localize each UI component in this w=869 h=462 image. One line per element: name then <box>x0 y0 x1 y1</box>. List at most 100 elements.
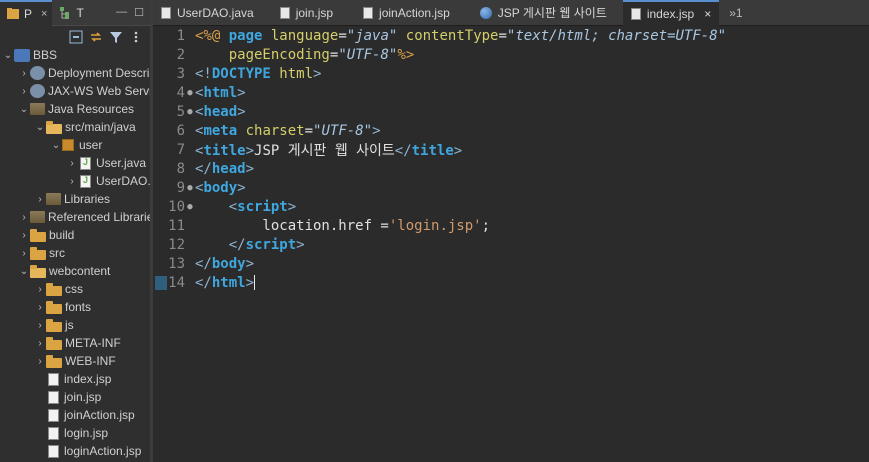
tree-item[interactable]: ⌄ Java Resources <box>0 100 150 118</box>
code-line[interactable]: 8 </head> <box>153 159 869 178</box>
collapsed-arrow-icon[interactable]: › <box>34 320 46 331</box>
code-line[interactable]: 9 ● <body> <box>153 178 869 197</box>
code-line[interactable]: 14 </html> <box>153 273 869 292</box>
collapsed-arrow-icon[interactable]: › <box>18 86 30 97</box>
tree-item[interactable]: › css <box>0 280 150 298</box>
code-token: </ <box>195 274 212 291</box>
link-with-editor-icon[interactable] <box>88 29 104 45</box>
editor-tab-joinaction[interactable]: joinAction.jsp <box>355 0 458 26</box>
tree-item-label: css <box>65 282 83 296</box>
tree-item[interactable]: index.jsp <box>0 370 150 388</box>
tree-item[interactable]: › build <box>0 226 150 244</box>
fold-toggle-icon[interactable]: ● <box>185 202 195 212</box>
tree-item[interactable]: ⌄ user <box>0 136 150 154</box>
code-line[interactable]: 7 <title>JSP 게시판 웹 사이트</title> <box>153 140 869 159</box>
tree-item[interactable]: ⌄ BBS <box>0 46 150 64</box>
tab-type-hierarchy[interactable]: T <box>52 0 88 26</box>
tree-item[interactable]: › fonts <box>0 298 150 316</box>
collapsed-arrow-icon[interactable]: › <box>66 176 78 187</box>
tree-item-label: src <box>49 246 65 260</box>
tree-item[interactable]: ⌄ webcontent <box>0 262 150 280</box>
tree-item[interactable]: › js <box>0 316 150 334</box>
tree-item[interactable]: › WEB-INF <box>0 352 150 370</box>
editor-tab-userdao[interactable]: UserDAO.java <box>153 0 262 26</box>
collapse-all-icon[interactable] <box>68 29 84 45</box>
fold-toggle-icon[interactable]: ● <box>185 88 195 98</box>
tree-item[interactable]: › Referenced Libraries <box>0 208 150 226</box>
collapsed-arrow-icon[interactable]: › <box>34 356 46 367</box>
code-line[interactable]: 5 ● <head> <box>153 102 869 121</box>
tree-item[interactable]: › Libraries <box>0 190 150 208</box>
editor-tab-index[interactable]: index.jsp × <box>622 0 720 26</box>
code-line[interactable]: 3 <!DOCTYPE html> <box>153 64 869 83</box>
collapsed-arrow-icon[interactable]: › <box>66 158 78 169</box>
collapsed-arrow-icon[interactable]: › <box>34 338 46 349</box>
tree-item[interactable]: › Deployment Descriptor <box>0 64 150 82</box>
folder-open-icon <box>30 264 46 278</box>
line-number: 6 <box>176 122 185 139</box>
text-caret <box>254 275 256 290</box>
expanded-arrow-icon[interactable]: ⌄ <box>34 122 46 133</box>
tree-item-label: Deployment Descriptor <box>48 66 150 80</box>
collapsed-arrow-icon[interactable]: › <box>34 284 46 295</box>
close-icon[interactable]: × <box>704 7 711 21</box>
code-line[interactable]: 11 location.href ='login.jsp'; <box>153 216 869 235</box>
tree-item[interactable]: › META-INF <box>0 334 150 352</box>
code-line[interactable]: 12 </script> <box>153 235 869 254</box>
code-token: charset <box>245 122 305 139</box>
line-number: 5 <box>176 103 185 120</box>
expanded-arrow-icon[interactable]: ⌄ <box>18 266 30 277</box>
expanded-arrow-icon[interactable]: ⌄ <box>18 104 30 115</box>
tree-item[interactable]: › src <box>0 244 150 262</box>
code-token: > <box>287 198 297 215</box>
tree-item[interactable]: joinAction.jsp <box>0 406 150 424</box>
code-line[interactable]: 13 </body> <box>153 254 869 273</box>
tree-item-label: JAX-WS Web Services <box>48 84 150 98</box>
tab-project-explorer[interactable]: P × <box>0 0 53 26</box>
tree-item[interactable]: join.jsp <box>0 388 150 406</box>
expanded-arrow-icon[interactable]: ⌄ <box>50 140 62 151</box>
library-icon <box>46 193 61 205</box>
editor-tab-join[interactable]: join.jsp <box>272 0 341 26</box>
fold-toggle-icon[interactable]: ● <box>185 183 195 193</box>
tree-item-label: UserDAO.java <box>96 174 150 188</box>
code-text: </script> <box>195 237 305 253</box>
code-token: body <box>203 179 238 196</box>
collapsed-arrow-icon[interactable]: › <box>34 194 46 205</box>
tree-item[interactable]: › JAX-WS Web Services <box>0 82 150 100</box>
tree-item-label: build <box>49 228 75 242</box>
code-text: <%@ page language="java" contentType="te… <box>195 28 726 44</box>
collapsed-arrow-icon[interactable]: › <box>18 68 30 79</box>
collapsed-arrow-icon[interactable]: › <box>18 212 30 223</box>
code-text: <!DOCTYPE html> <box>195 66 321 82</box>
editor-tabbar: UserDAO.java join.jsp joinAction.jsp JSP… <box>153 0 869 26</box>
collapsed-arrow-icon[interactable]: › <box>18 248 30 259</box>
filter-icon[interactable] <box>108 29 124 45</box>
tab-overflow-button[interactable]: »1 <box>719 6 742 20</box>
view-menu-icon[interactable] <box>128 29 144 45</box>
close-icon[interactable]: × <box>41 8 47 20</box>
tree-item[interactable]: loginAction.jsp <box>0 442 150 460</box>
code-line[interactable]: 4 ● <html> <box>153 83 869 102</box>
fold-toggle-icon[interactable]: ● <box>185 107 195 117</box>
maximize-icon[interactable]: ☐ <box>134 6 144 19</box>
tree-item[interactable]: › UserDAO.java <box>0 172 150 190</box>
collapsed-arrow-icon[interactable]: › <box>18 230 30 241</box>
code-token: > <box>245 255 255 272</box>
tree-item[interactable]: ⌄ src/main/java <box>0 118 150 136</box>
code-token: <%@ <box>195 27 229 44</box>
code-line[interactable]: 6 <meta charset="UTF-8"> <box>153 121 869 140</box>
editor-tab-browser[interactable]: JSP 게시판 웹 사이트 <box>472 0 615 26</box>
minimize-icon[interactable]: — <box>116 6 127 19</box>
collapsed-arrow-icon[interactable]: › <box>34 302 46 313</box>
code-line[interactable]: 1 <%@ page language="java" contentType="t… <box>153 26 869 45</box>
expanded-arrow-icon[interactable]: ⌄ <box>2 50 14 61</box>
tree-item[interactable]: › User.java <box>0 154 150 172</box>
code-line[interactable]: 2 pageEncoding="UTF-8"%> <box>153 45 869 64</box>
tree-item[interactable]: login.jsp <box>0 424 150 442</box>
code-editor[interactable]: 1 <%@ page language="java" contentType="t… <box>153 27 869 462</box>
code-line[interactable]: 10 ● <script> <box>153 197 869 216</box>
